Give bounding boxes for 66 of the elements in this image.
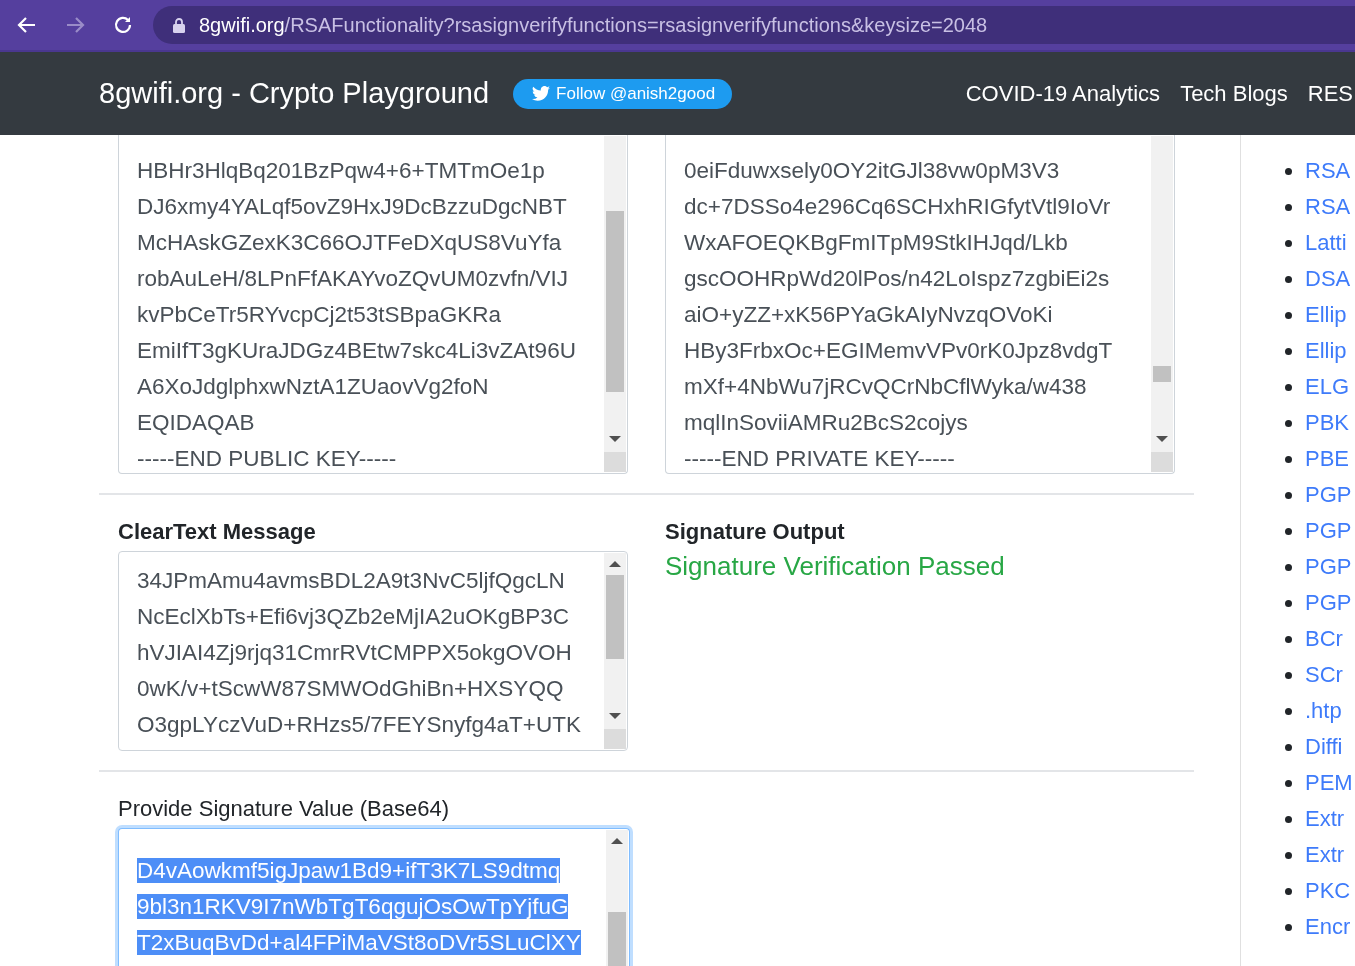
follow-button[interactable]: Follow @anish2good: [513, 78, 733, 109]
sidebar-link[interactable]: RSA: [1305, 158, 1351, 184]
sidebar-link[interactable]: SCr: [1305, 662, 1343, 688]
sidebar-link[interactable]: PGP: [1305, 482, 1352, 508]
bullet-icon: [1285, 275, 1292, 283]
sidebar-link[interactable]: BCr: [1305, 626, 1343, 652]
cleartext-label: ClearText Message: [118, 519, 317, 545]
sidebar-link[interactable]: PBK: [1305, 410, 1350, 436]
bullet-icon: [1285, 815, 1292, 823]
bullet-icon: [1285, 599, 1292, 607]
bullet-icon: [1285, 635, 1292, 643]
sidebar-link[interactable]: DSA: [1305, 266, 1351, 292]
signature-label: Provide Signature Value (Base64): [118, 796, 450, 822]
sidebar-link[interactable]: Encr: [1305, 914, 1351, 940]
nav-link[interactable]: RES: [1307, 80, 1353, 107]
sidebar-link[interactable]: .htp: [1305, 698, 1342, 724]
bullet-icon: [1285, 311, 1292, 319]
sidebar-link[interactable]: PGP: [1305, 554, 1352, 580]
sidebar-link[interactable]: Extr: [1305, 806, 1345, 832]
sidebar-link[interactable]: RSA: [1305, 194, 1351, 220]
reload-icon: [112, 14, 134, 36]
bird-icon: [532, 86, 551, 101]
verification-status: Signature Verification Passed: [665, 551, 1006, 582]
scrollbar[interactable]: [604, 553, 626, 749]
bullet-icon: [1285, 779, 1292, 787]
sidebar-link[interactable]: Extr: [1305, 842, 1345, 868]
nav-link[interactable]: COVID-19 Analytics: [965, 80, 1161, 107]
bullet-icon: [1285, 455, 1292, 463]
private-key-field[interactable]: 0eiFduwxsely0OY2itGJl38vw0pM3V3 dc+7DSSo4e296Cq6SCHxhRIGfytVtl9IoVr WxAFOEQKBgFmITpM9StkIHJqd/Lkb gscOOHRpWd20lPos/n42LoIspz7zgbiEi2s aiO+yZZ+xK56PYaGkAIyNvzqOVoKi HBy3FrbxOc+EGIMemvVPv0rK0Jpz8vdgT mXf+4NbWu7jRCvQCrNbCflWyka/w438 mqlInSoviiAMRu2BcS2cojys -----END PRIVATE KEY-----: [665, 135, 1175, 474]
bullet-icon: [1285, 707, 1292, 715]
sidebar-link[interactable]: PBE: [1305, 446, 1350, 472]
sidebar-link[interactable]: PEM: [1305, 770, 1353, 796]
sidebar-link[interactable]: PGP: [1305, 518, 1352, 544]
scrollbar[interactable]: [604, 136, 626, 472]
bullet-icon: [1285, 887, 1292, 895]
nav-link[interactable]: Tech Blogs: [1180, 80, 1288, 107]
bullet-icon: [1285, 851, 1292, 859]
bullet-icon: [1285, 563, 1292, 571]
sidebar-link[interactable]: PGP: [1305, 590, 1352, 616]
site-title[interactable]: 8gwifi.org - Crypto Playground: [99, 77, 490, 110]
signature-field[interactable]: D4vAowkmf5igJpaw1Bd9+ifT3K7LS9dtmq 9bl3n1RKV9I7nWbTgT6qgujOsOwTpYjfuG T2xBuqBvDd+al4FPiMaVSt8oDVr5SLuClXY: [118, 828, 630, 966]
bullet-icon: [1285, 743, 1292, 751]
bullet-icon: [1285, 527, 1292, 535]
lock-icon: [173, 17, 185, 33]
bullet-icon: [1285, 923, 1292, 931]
cleartext-field[interactable]: 34JPmAmu4avmsBDL2A9t3NvC5ljfQgcLN NcEclXbTs+Efi6vj3QZb2eMjIA2uOKgBP3C hVJIAI4Zj9rjq31CmrRVtCMPPX5okgOVOH 0wK/v+tScwW87SMWOdGhiBn+HXSYQQ O3gpLYczVuD+RHzs5/7FEYSnyfg4aT+UTK: [118, 551, 628, 751]
bullet-icon: [1285, 347, 1292, 355]
sidebar-link[interactable]: Ellip: [1305, 302, 1347, 328]
bullet-icon: [1285, 419, 1292, 427]
output-label: Signature Output: [665, 519, 846, 545]
bullet-icon: [1285, 203, 1292, 211]
bullet-icon: [1285, 671, 1292, 679]
bullet-icon: [1285, 383, 1292, 391]
url-text: 8gwifi.org/RSAFunctionality?rsasignverifyfunctions=rsasignverifyfunctions&keysize=2048: [199, 13, 988, 37]
public-key-field[interactable]: HBHr3HlqBq201BzPqw4+6+TMTmOe1p DJ6xmy4YALqf5ovZ9HxJ9DcBzzuDgcNBT McHAskGZexK3C66OJTFeDXqUS8VuYfa robAuLeH/8LPnFfAKAYvoZQvUM0zvfn/VIJ kvPbCeTr5RYvcpCj2t53tSBpaGKRa EmiIfT3gKUraJDGz4BEtw7skc4Li3vZAt96U A6XoJdglphxwNztA1ZUaovVg2foN EQIDAQAB -----END PUBLIC KEY-----: [118, 135, 628, 474]
scrollbar[interactable]: [606, 830, 628, 966]
bullet-icon: [1285, 167, 1292, 175]
sidebar-link[interactable]: Diffi: [1305, 734, 1343, 760]
address-bar[interactable]: 8gwifi.org/RSAFunctionality?rsasignverifyfunctions=rsasignverifyfunctions&keysize=2048: [153, 6, 1355, 44]
sidebar-link[interactable]: ELG: [1305, 374, 1350, 400]
bullet-icon: [1285, 239, 1292, 247]
scrollbar[interactable]: [1151, 136, 1173, 472]
bullet-icon: [1285, 491, 1292, 499]
sidebar-link[interactable]: PKC: [1305, 878, 1351, 904]
sidebar-link[interactable]: Ellip: [1305, 338, 1347, 364]
sidebar-link[interactable]: Latti: [1305, 230, 1347, 256]
